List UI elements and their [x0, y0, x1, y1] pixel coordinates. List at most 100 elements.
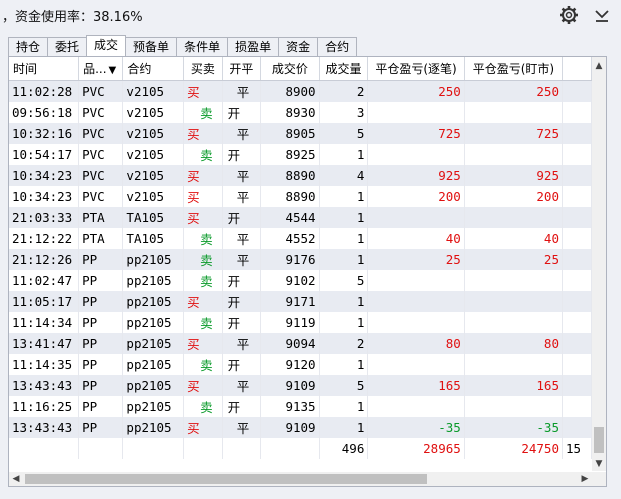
col-contract[interactable]: 合约: [122, 57, 185, 81]
cell-overflow: [562, 396, 592, 417]
cell-contract-text: TA105: [126, 210, 165, 225]
cell-time: 11:16:25: [9, 396, 80, 417]
cell-side-text: 买: [187, 85, 200, 100]
cell-contract: v2105: [122, 80, 185, 102]
col-time[interactable]: 时间: [9, 57, 80, 81]
table-row[interactable]: 09:56:18 PVC v2105 卖开 8930 3: [9, 102, 592, 123]
tab-trades[interactable]: 成交: [86, 35, 127, 56]
scroll-right-icon[interactable]: ▶: [578, 472, 592, 486]
scroll-left-icon[interactable]: ◀: [9, 472, 23, 486]
cell-open-close: 平: [222, 417, 262, 438]
tab-prepared-orders[interactable]: 预备单: [125, 37, 178, 56]
cell-price: 9171: [260, 291, 320, 312]
cell-open-close: 平: [222, 333, 262, 354]
cell-open-close: 平: [222, 165, 262, 186]
table-row[interactable]: 10:32:16 PVC v2105 买 平 8905 5 725 725: [9, 123, 592, 144]
cell-volume-text: 1: [356, 420, 365, 435]
cell-product: PP: [78, 333, 124, 354]
col-volume[interactable]: 成交量: [319, 57, 369, 81]
cell-open-close-text: 开: [227, 274, 241, 289]
chevron-down-icon[interactable]: [593, 6, 611, 24]
cell-open-close: 开: [222, 396, 262, 417]
table-row[interactable]: 11:05:17 PP pp2105 买 开 9171 1: [9, 291, 592, 312]
total-empty: [222, 438, 262, 459]
cell-price: 4552: [260, 228, 320, 249]
table-row[interactable]: 10:34:23 PVC v2105 买 平 8890 1 200 200: [9, 186, 592, 207]
tab-conditional-orders[interactable]: 条件单: [176, 37, 229, 56]
table-row[interactable]: 13:43:43 PP pp2105 买 平 9109 1 -35 -35: [9, 417, 592, 438]
horizontal-scroll-thumb[interactable]: [25, 474, 427, 484]
scroll-down-icon[interactable]: ▼: [592, 457, 606, 471]
tab-stop-profit-loss[interactable]: 损盈单: [227, 37, 280, 56]
cell-time: 11:02:28: [9, 80, 80, 102]
table-row[interactable]: 11:02:47 PP pp2105 卖开 9102 5: [9, 270, 592, 291]
cell-contract-text: v2105: [126, 84, 165, 99]
cell-price-text: 8890: [285, 189, 316, 204]
cell-product: PVC: [78, 144, 124, 165]
cell-time: 21:12:26: [9, 249, 80, 270]
cell-pnl-mark: 165: [464, 375, 563, 396]
cell-pnl-trade: 725: [367, 123, 465, 144]
cell-volume: 2: [319, 80, 369, 102]
table-row[interactable]: 11:14:34 PP pp2105 卖开 9119 1: [9, 312, 592, 333]
cell-side: 买: [183, 80, 223, 102]
cell-side-text: 卖: [200, 253, 213, 268]
cell-pnl-mark-text: 165: [536, 378, 559, 393]
gear-icon[interactable]: [559, 5, 579, 25]
cell-price-text: 9109: [285, 378, 316, 393]
table-row[interactable]: 11:02:28 PVC v2105 买 平 8900 2 250 250: [9, 80, 592, 102]
cell-open-close: 开: [222, 291, 262, 312]
cell-side-text: 买: [187, 190, 200, 205]
col-side[interactable]: 买卖: [183, 57, 223, 81]
table-row[interactable]: 21:03:33 PTA TA105 买 开 4544 1: [9, 207, 592, 228]
cell-side-text: 买: [187, 379, 200, 394]
cell-contract: pp2105: [122, 333, 185, 354]
cell-open-close: 开: [222, 270, 262, 291]
trades-panel: 时间 品... ▼ 合约 买卖 开平 成交价 成交量 平仓盈亏(逐笔) 平仓盈亏(…: [8, 56, 607, 487]
table-row[interactable]: 21:12:22 PTA TA105 卖 平 4552 1 40 40: [9, 228, 592, 249]
cell-contract: pp2105: [122, 249, 185, 270]
col-pnl-trade[interactable]: 平仓盈亏(逐笔): [367, 57, 465, 81]
col-pnl-mark[interactable]: 平仓盈亏(盯市): [464, 57, 563, 81]
cell-price-text: 9102: [285, 273, 316, 288]
col-product[interactable]: 品... ▼: [78, 57, 124, 81]
cell-volume: 5: [319, 375, 369, 396]
table-row[interactable]: 11:16:25 PP pp2105 卖开 9135 1: [9, 396, 592, 417]
cell-price-text: 9135: [285, 399, 316, 414]
table-row[interactable]: 13:41:47 PP pp2105 买 平 9094 2 80 80: [9, 333, 592, 354]
cell-product-text: PTA: [82, 210, 105, 225]
tab-contracts[interactable]: 合约: [317, 37, 358, 56]
vertical-scroll-thumb[interactable]: [594, 427, 604, 453]
cell-contract-text: pp2105: [126, 336, 172, 351]
cell-side: 买: [183, 417, 223, 438]
vertical-scrollbar[interactable]: ▲ ▼: [592, 57, 606, 471]
tab-orders[interactable]: 委托: [47, 37, 88, 56]
cell-volume: 4: [319, 165, 369, 186]
cell-product-text: PP: [82, 420, 98, 435]
cell-product: PVC: [78, 123, 124, 144]
col-price[interactable]: 成交价: [260, 57, 320, 81]
scroll-up-icon[interactable]: ▲: [592, 59, 606, 73]
table-row[interactable]: 21:12:26 PP pp2105 卖 平 9176 1 25 25: [9, 249, 592, 270]
horizontal-scrollbar[interactable]: ◀ ▶: [9, 472, 592, 486]
table-row[interactable]: 11:14:35 PP pp2105 卖开 9120 1: [9, 354, 592, 375]
cell-price: 9109: [260, 375, 320, 396]
cell-side-text: 卖: [200, 400, 213, 415]
cell-contract-text: v2105: [126, 147, 165, 162]
cell-contract: pp2105: [122, 270, 185, 291]
cell-side-text: 卖: [200, 232, 213, 247]
table-row[interactable]: 13:43:43 PP pp2105 买 平 9109 5 165 165: [9, 375, 592, 396]
tab-positions[interactable]: 持仓: [8, 37, 49, 56]
cell-side: 买: [183, 186, 223, 207]
cell-product: PP: [78, 354, 124, 375]
cell-volume-text: 1: [356, 399, 365, 414]
tab-funds[interactable]: 资金: [278, 37, 319, 56]
cell-time: 10:34:23: [9, 186, 80, 207]
table-row[interactable]: 10:54:17 PVC v2105 卖开 8925 1: [9, 144, 592, 165]
cell-price-text: 8930: [285, 105, 316, 120]
cell-pnl-trade: [367, 354, 465, 375]
cell-pnl-trade: [367, 270, 465, 291]
col-open-close[interactable]: 开平: [222, 57, 262, 81]
cell-price: 9094: [260, 333, 320, 354]
table-row[interactable]: 10:34:23 PVC v2105 买 平 8890 4 925 925: [9, 165, 592, 186]
